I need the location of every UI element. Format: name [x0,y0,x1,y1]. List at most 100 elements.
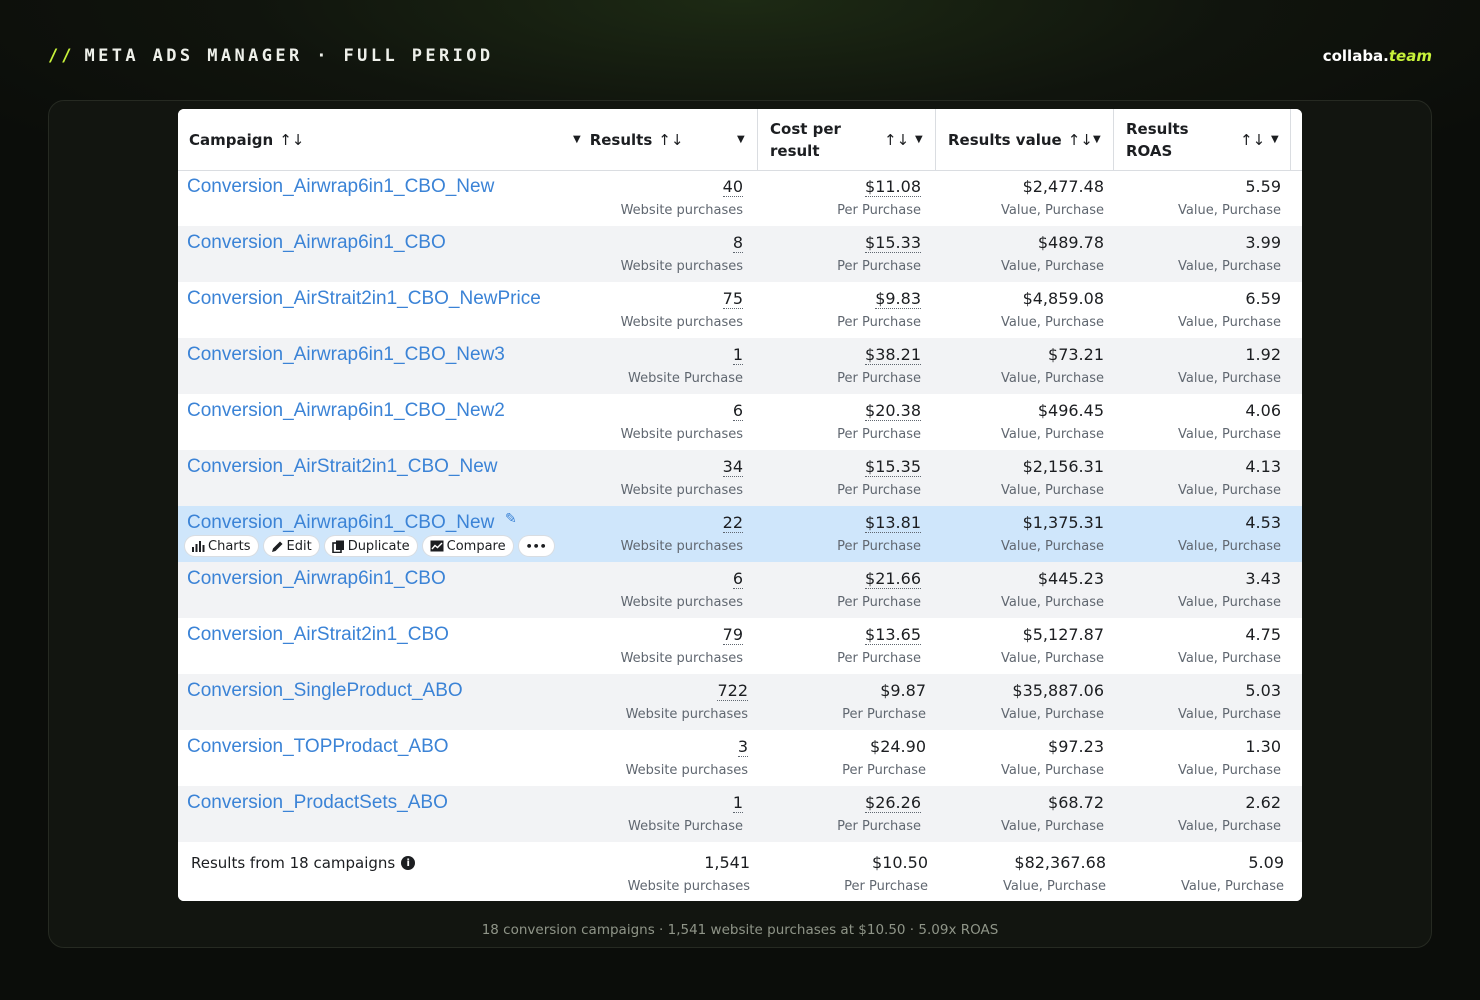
cost-per-result[interactable]: $15.33 [865,233,921,253]
cost-type: Per Purchase [837,371,921,386]
results-roas: 3.99 [1245,233,1281,252]
sort-icon[interactable]: ↑↓ [1068,131,1093,149]
charts-button[interactable]: Charts [185,536,258,556]
more-options-icon[interactable]: ••• [518,536,554,556]
cost-per-result[interactable]: $38.21 [865,345,921,365]
cost-per-result[interactable]: $9.83 [875,289,921,309]
campaign-name-link[interactable]: Conversion_Airwrap6in1_CBO_New [187,512,494,534]
cost-per-result[interactable]: $11.08 [865,177,921,197]
summary-roas-sub: Value, Purchase [1181,879,1284,894]
cost-per-result[interactable]: $20.38 [865,401,921,421]
caret-down-icon[interactable]: ▼ [573,134,581,145]
sort-icon[interactable]: ↑↓ [884,131,909,149]
results-roas-type: Value, Purchase [1178,483,1281,498]
summary-results-sub: Website purchases [627,879,750,894]
campaign-name-link[interactable]: Conversion_TOPProdact_ABO [187,736,449,758]
results-count[interactable]: 40 [722,177,743,197]
results-count[interactable]: 75 [722,289,743,309]
summary-value-sub: Value, Purchase [1003,879,1106,894]
column-divider [1290,109,1291,170]
cost-per-result[interactable]: $15.35 [865,457,921,477]
results-count[interactable]: 6 [732,401,743,421]
campaign-name-link[interactable]: Conversion_Airwrap6in1_CBO [187,568,446,590]
summary-cost: $10.50 [872,853,928,872]
cost-per-result[interactable]: $21.66 [865,569,921,589]
results-value: $1,375.31 [1022,513,1104,532]
summary-row: Results from 18 campaigns i 1,541 Websit… [178,842,1302,901]
sort-icon[interactable]: ↑↓ [658,131,683,149]
campaign-name-link[interactable]: Conversion_Airwrap6in1_CBO_New [187,176,494,198]
edit-name-icon[interactable]: ✎ [505,510,517,527]
results-roas-type: Value, Purchase [1178,819,1281,834]
campaign-name-link[interactable]: Conversion_AirStrait2in1_CBO_New [187,456,497,478]
results-value-type: Value, Purchase [1001,315,1104,330]
results-value: $489.78 [1037,233,1104,252]
cost-type: Per Purchase [837,259,921,274]
table-row[interactable]: Conversion_AirStrait2in1_CBO_NewPrice 75 W… [178,282,1302,338]
summary-results: 1,541 [704,853,750,872]
results-value-type: Value, Purchase [1001,763,1104,778]
results-roas-type: Value, Purchase [1178,371,1281,386]
results-count[interactable]: 22 [722,513,743,533]
column-cost-per-result[interactable]: Cost per result ↑↓ ▼ [770,109,935,170]
results-count[interactable]: 8 [732,233,743,253]
campaign-name-link[interactable]: Conversion_Airwrap6in1_CBO [187,232,446,254]
cost-per-result[interactable]: $13.65 [865,625,921,645]
campaign-name-link[interactable]: Conversion_AirStrait2in1_CBO [187,624,449,646]
column-results[interactable]: ▼ Results ↑↓ ▼ [573,109,753,170]
campaign-name-link[interactable]: Conversion_SingleProduct_ABO [187,680,463,702]
caret-down-icon[interactable]: ▼ [1271,134,1279,145]
caret-down-icon[interactable]: ▼ [915,134,923,145]
caret-down-icon[interactable]: ▼ [737,134,745,145]
results-count[interactable]: 34 [722,457,743,477]
results-value: $2,156.31 [1022,457,1104,476]
cost-type: Per Purchase [837,315,921,330]
campaign-name-link[interactable]: Conversion_Airwrap6in1_CBO_New2 [187,400,505,422]
info-icon[interactable]: i [401,856,416,870]
sort-icon[interactable]: ↑↓ [279,131,304,149]
table-row[interactable]: Conversion_AirStrait2in1_CBO_New 34 Websit… [178,450,1302,506]
column-campaign[interactable]: Campaign ↑↓ [189,109,489,170]
column-results-value[interactable]: Results value ↑↓ ▼ [948,109,1113,170]
results-roas-type: Value, Purchase [1178,315,1281,330]
column-results-roas[interactable]: Results ROAS ↑↓ ▼ [1126,109,1291,170]
results-value: $5,127.87 [1022,625,1104,644]
results-value: $2,477.48 [1022,177,1104,196]
results-count[interactable]: 6 [732,569,743,589]
cost-per-result[interactable]: $13.81 [865,513,921,533]
results-value-type: Value, Purchase [1001,483,1104,498]
table-row[interactable]: Conversion_Airwrap6in1_CBO_New 22 Website … [178,506,1302,562]
results-count[interactable]: 79 [722,625,743,645]
results-type: Website purchases [620,483,743,498]
results-count[interactable]: 722 [717,681,748,701]
results-count[interactable]: 1 [732,793,743,813]
campaign-name-link[interactable]: Conversion_ProdactSets_ABO [187,792,448,814]
table-row[interactable]: Conversion_Airwrap6in1_CBO 8 Website purch… [178,226,1302,282]
table-row[interactable]: Conversion_Airwrap6in1_CBO_New2 6 Website … [178,394,1302,450]
column-divider [757,109,758,170]
table-row[interactable]: Conversion_SingleProduct_ABO 722 Website p… [178,674,1302,730]
results-roas: 3.43 [1245,569,1281,588]
results-roas: 2.62 [1245,793,1281,812]
caret-down-icon[interactable]: ▼ [1093,134,1101,145]
cost-type: Per Purchase [837,651,921,666]
campaign-name-link[interactable]: Conversion_AirStrait2in1_CBO_NewPrice [187,288,541,310]
brand-tld: team [1388,47,1432,65]
results-count[interactable]: 3 [737,737,748,757]
results-type: Website purchases [625,763,748,778]
table-row[interactable]: Conversion_TOPProdact_ABO 3 Website purcha… [178,730,1302,786]
duplicate-button[interactable]: Duplicate [324,536,417,556]
table-row[interactable]: Conversion_Airwrap6in1_CBO 6 Website purch… [178,562,1302,618]
table-row[interactable]: Conversion_AirStrait2in1_CBO 79 Website pu… [178,618,1302,674]
column-divider [1113,109,1114,170]
campaign-table: Campaign ↑↓ ▼ Results ↑↓ ▼ Cost per resu… [178,109,1302,901]
table-row[interactable]: Conversion_Airwrap6in1_CBO_New 40 Website … [178,170,1302,226]
results-count[interactable]: 1 [732,345,743,365]
edit-button[interactable]: Edit [263,536,319,556]
sort-icon[interactable]: ↑↓ [1240,131,1265,149]
campaign-name-link[interactable]: Conversion_Airwrap6in1_CBO_New3 [187,344,505,366]
table-row[interactable]: Conversion_ProdactSets_ABO 1 Website Purch… [178,786,1302,842]
compare-button[interactable]: Compare [422,536,513,556]
cost-per-result[interactable]: $26.26 [865,793,921,813]
table-row[interactable]: Conversion_Airwrap6in1_CBO_New3 1 Website … [178,338,1302,394]
